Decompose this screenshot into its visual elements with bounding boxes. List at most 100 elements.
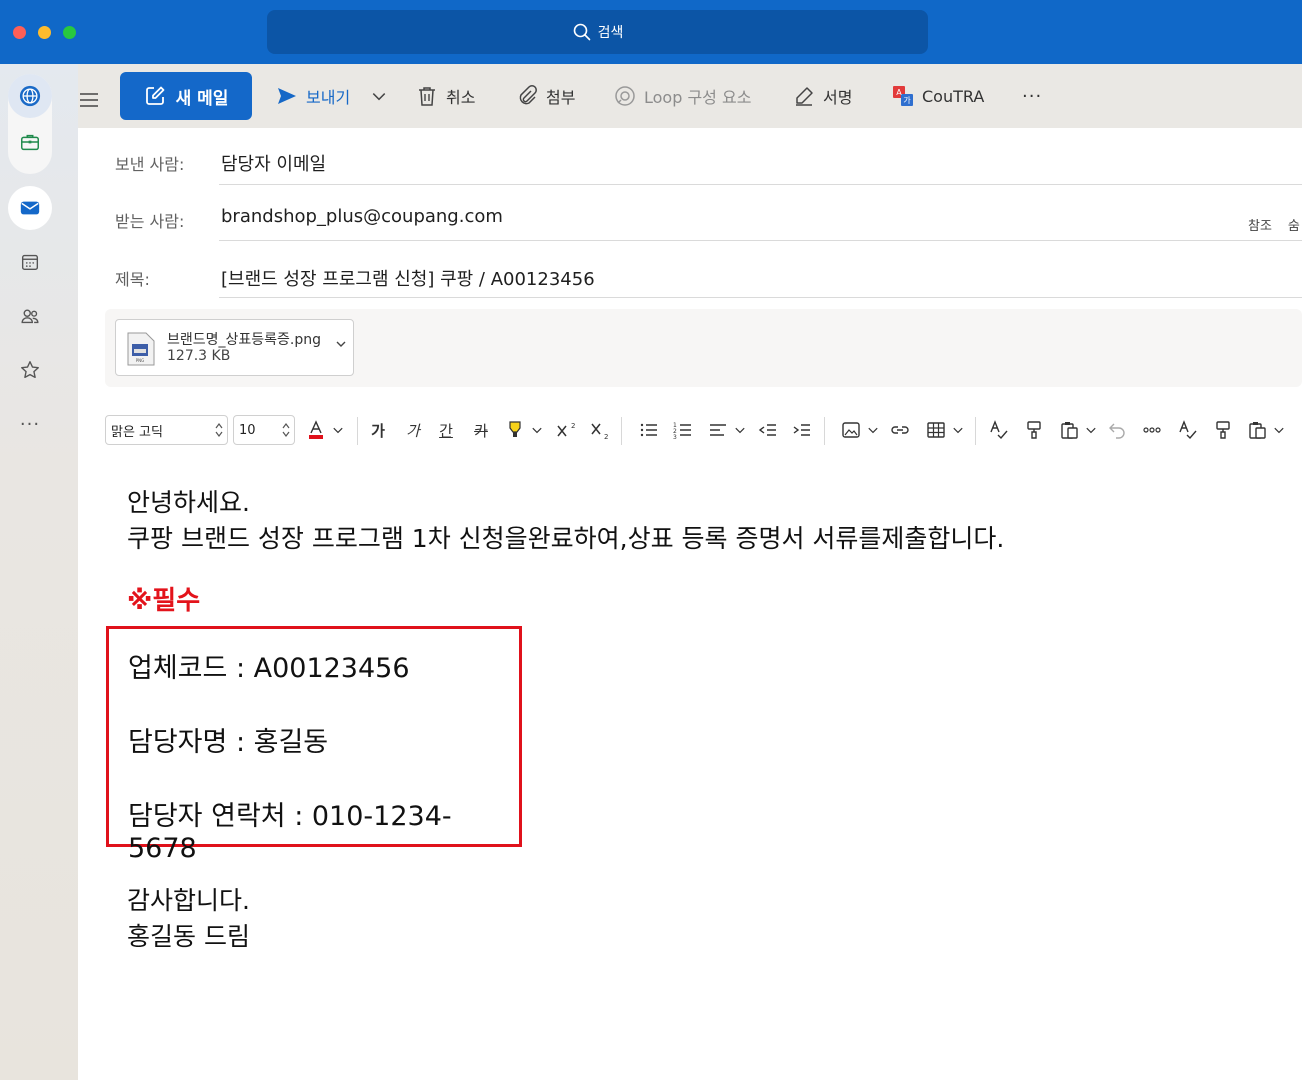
rail-calendar-button[interactable] <box>8 240 52 284</box>
greeting-text: 안녕하세요. <box>127 488 250 517</box>
more-options-button[interactable]: ··· <box>1022 80 1042 112</box>
underline-button[interactable]: 간 <box>435 419 457 441</box>
highlight-menu[interactable] <box>526 419 548 441</box>
subject-label: 제목: <box>115 270 150 289</box>
cc-link[interactable]: 참조 <box>1248 215 1272 234</box>
bcc-link[interactable]: 숨 <box>1288 215 1300 234</box>
loop-icon <box>615 86 635 106</box>
chevron-down-icon <box>333 427 343 434</box>
format-painter-button-2[interactable] <box>1212 419 1234 441</box>
signature-label: 서명 <box>823 88 853 107</box>
coutra-label: CouTRA <box>922 86 985 106</box>
rail-briefcase-button[interactable] <box>8 120 52 164</box>
spelling-button-2[interactable] <box>1177 419 1199 441</box>
required-info-box: 업체코드 : A00123456 담당자명 : 홍길동 담당자 연락처 : 01… <box>106 626 522 864</box>
chevron-down-icon <box>532 427 542 434</box>
separator <box>975 417 976 445</box>
superscript-button[interactable]: 2 <box>555 419 577 441</box>
font-color-button[interactable] <box>305 419 327 441</box>
table-menu[interactable] <box>947 419 969 441</box>
rail-more-button[interactable]: ··· <box>8 402 52 446</box>
bullets-button[interactable] <box>638 419 660 441</box>
numbering-button[interactable]: 123 <box>672 419 694 441</box>
thanks-text: 감사합니다. <box>127 886 250 915</box>
people-icon <box>21 309 39 324</box>
more-icon <box>1143 427 1161 433</box>
spellcheck-icon <box>1179 420 1197 440</box>
attach-label: 첨부 <box>546 88 576 107</box>
insert-table-button[interactable] <box>925 419 947 441</box>
send-button[interactable]: 보내기 <box>276 80 350 112</box>
align-menu[interactable] <box>729 419 751 441</box>
to-field[interactable]: brandshop_plus@coupang.com <box>221 206 503 227</box>
bold-button[interactable]: 가 <box>367 419 389 441</box>
align-button[interactable] <box>707 419 729 441</box>
picture-menu[interactable] <box>862 419 884 441</box>
compose-pane: 보낸 사람: 담당자 이메일 받는 사람: brandshop_plus@cou… <box>78 128 1302 1080</box>
spelling-button[interactable] <box>988 419 1010 441</box>
svg-text:3: 3 <box>673 434 677 440</box>
svg-text:가: 가 <box>903 96 911 105</box>
hamburger-icon <box>80 93 98 107</box>
close-window-button[interactable] <box>13 26 26 39</box>
italic-button[interactable]: 가 <box>402 419 424 441</box>
undo-icon <box>1109 423 1125 439</box>
paste-menu-2[interactable] <box>1268 419 1290 441</box>
discard-label: 취소 <box>446 88 476 107</box>
undo-button[interactable] <box>1107 419 1129 441</box>
strikethrough-button[interactable]: 카 <box>470 419 492 441</box>
font-size-value: 10 <box>239 422 256 438</box>
font-size-select[interactable]: 10 <box>233 415 295 445</box>
compose-icon <box>145 86 164 105</box>
svg-text:2: 2 <box>604 433 608 440</box>
attach-button[interactable]: 첨부 <box>516 80 575 112</box>
rail-globe-button[interactable] <box>8 74 52 118</box>
briefcase-icon <box>21 134 39 151</box>
chevron-down-icon[interactable] <box>335 338 347 350</box>
coutra-button[interactable]: A가 CouTRA <box>892 80 984 112</box>
paperclip-icon <box>519 85 537 105</box>
rail-mail-button[interactable] <box>8 186 52 230</box>
from-field[interactable]: 담당자 이메일 <box>221 150 326 176</box>
spellcheck-icon <box>990 420 1008 440</box>
more-format-button[interactable] <box>1141 419 1163 441</box>
paste-menu[interactable] <box>1080 419 1102 441</box>
subject-field[interactable]: [브랜드 성장 프로그램 신청] 쿠팡 / A00123456 <box>221 265 595 291</box>
star-icon <box>21 361 39 379</box>
table-icon <box>927 422 945 438</box>
mail-icon <box>20 201 40 215</box>
decrease-indent-button[interactable] <box>757 419 779 441</box>
send-options-button[interactable] <box>370 80 388 112</box>
link-icon <box>891 426 909 434</box>
minimize-window-button[interactable] <box>38 26 51 39</box>
rail-favorites-button[interactable] <box>8 348 52 392</box>
divider <box>219 184 1302 185</box>
attachment-card[interactable]: PNG 브랜드명_상표등록증.png 127.3 KB <box>115 319 354 376</box>
increase-indent-button[interactable] <box>791 419 813 441</box>
font-select[interactable]: 맑은 고딕 <box>105 415 228 445</box>
new-mail-button[interactable]: 새 메일 <box>120 72 252 120</box>
zoom-window-button[interactable] <box>63 26 76 39</box>
insert-picture-button[interactable] <box>840 419 862 441</box>
bullet-list-icon <box>640 423 657 437</box>
loop-component-button[interactable]: Loop 구성 요소 <box>614 80 751 112</box>
chevron-down-icon <box>1274 427 1284 434</box>
font-color-menu[interactable] <box>327 419 349 441</box>
to-label: 받는 사람: <box>115 212 185 231</box>
signature-button[interactable]: 서명 <box>793 80 852 112</box>
divider <box>219 240 1302 241</box>
discard-button[interactable]: 취소 <box>416 80 475 112</box>
highlight-button[interactable] <box>504 419 526 441</box>
paste-button-2[interactable] <box>1246 419 1268 441</box>
menu-button[interactable] <box>78 84 104 116</box>
search-box[interactable]: 검색 <box>267 10 928 54</box>
compose-toolbar: 새 메일 보내기 취소 첨부 Loop 구성 요소 서명 A가 CouTRA ·… <box>78 64 1302 128</box>
insert-link-button[interactable] <box>889 419 911 441</box>
rail-people-button[interactable] <box>8 294 52 338</box>
subscript-button[interactable]: 2 <box>589 419 611 441</box>
format-painter-button[interactable] <box>1023 419 1045 441</box>
vendor-code-text: 업체코드 : A00123456 <box>128 653 410 684</box>
paste-button[interactable] <box>1058 419 1080 441</box>
send-icon <box>278 88 296 104</box>
globe-icon <box>19 85 41 107</box>
